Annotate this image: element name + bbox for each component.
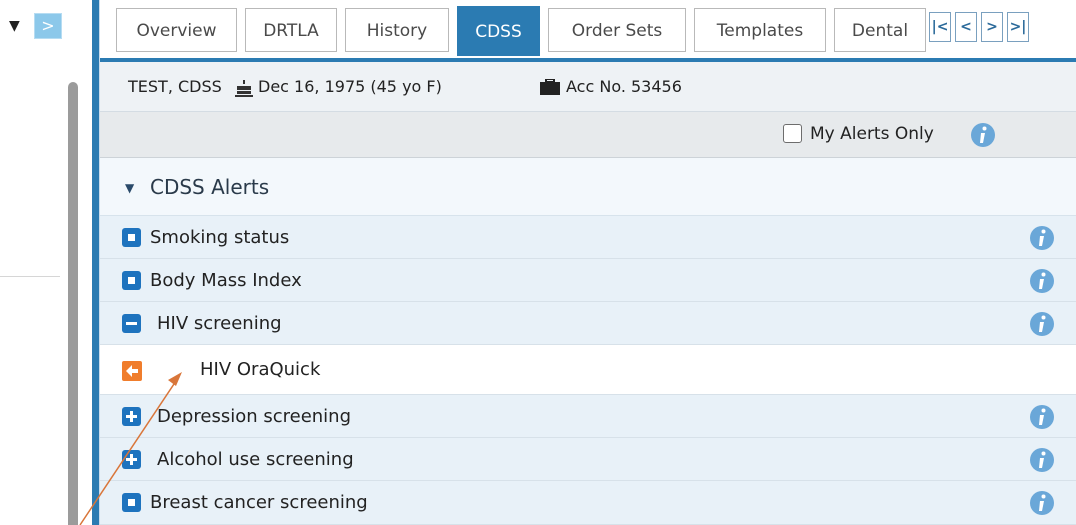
tab-drtla[interactable]: DRTLA	[245, 8, 337, 52]
tab-history[interactable]: History	[345, 8, 449, 52]
alert-label: Body Mass Index	[150, 270, 302, 291]
square-bullet-icon	[122, 493, 141, 512]
account-number: Acc No. 53456	[566, 77, 682, 96]
tab-templates[interactable]: Templates	[694, 8, 826, 52]
square-bullet-icon	[122, 228, 141, 247]
info-icon[interactable]	[1029, 225, 1055, 251]
tab-next-button[interactable]: >	[981, 12, 1003, 42]
expand-plus-icon[interactable]	[122, 407, 141, 426]
tab-bar: Overview DRTLA History CDSS Order Sets T…	[100, 0, 1076, 62]
birthday-cake-icon	[235, 80, 253, 97]
patient-name: TEST, CDSS	[128, 77, 222, 96]
collapse-minus-icon[interactable]	[122, 314, 141, 333]
info-icon[interactable]	[1029, 404, 1055, 430]
orange-arrow-left-icon[interactable]	[122, 361, 142, 381]
tab-last-button[interactable]: >|	[1007, 12, 1029, 42]
info-icon[interactable]	[1029, 311, 1055, 337]
alert-sub-row[interactable]: HIV OraQuick	[100, 345, 1076, 395]
patient-dob: Dec 16, 1975 (45 yo F)	[258, 77, 442, 96]
alert-label: HIV screening	[157, 313, 282, 334]
briefcase-icon	[540, 79, 560, 95]
chevron-left-icon: <	[960, 19, 972, 35]
square-bullet-icon	[122, 271, 141, 290]
alert-label: Depression screening	[157, 406, 352, 427]
tab-first-button[interactable]: |<	[929, 12, 951, 42]
scrollbar[interactable]	[68, 82, 78, 525]
expand-plus-icon[interactable]	[122, 450, 141, 469]
last-page-icon: >|	[1009, 19, 1027, 35]
cdss-alerts-header[interactable]: ▼ CDSS Alerts	[100, 158, 1076, 216]
tab-prev-button[interactable]: <	[955, 12, 977, 42]
collapse-caret-icon[interactable]: ▼	[125, 182, 134, 194]
my-alerts-checkbox[interactable]	[783, 124, 802, 143]
divider	[0, 276, 60, 277]
chevron-right-icon: >	[986, 19, 998, 35]
tab-dental[interactable]: Dental	[834, 8, 926, 52]
alert-row[interactable]: Alcohol use screening	[100, 438, 1076, 481]
first-page-icon: |<	[931, 19, 949, 35]
info-icon[interactable]	[970, 122, 996, 148]
cdss-panel: Overview DRTLA History CDSS Order Sets T…	[99, 0, 1076, 525]
alert-row[interactable]: Breast cancer screening	[100, 481, 1076, 525]
chevron-right-icon: >	[41, 16, 55, 35]
alert-label: Smoking status	[150, 227, 290, 248]
tab-overview[interactable]: Overview	[116, 8, 237, 52]
alert-label: Alcohol use screening	[157, 449, 354, 470]
dropdown-caret-icon[interactable]: ▼	[9, 19, 20, 33]
expand-panel-button[interactable]: >	[34, 13, 62, 39]
left-panel: ▼ >	[0, 0, 92, 525]
tab-order-sets[interactable]: Order Sets	[548, 8, 686, 52]
filter-bar: My Alerts Only	[100, 112, 1076, 158]
info-icon[interactable]	[1029, 268, 1055, 294]
info-icon[interactable]	[1029, 490, 1055, 516]
my-alerts-label: My Alerts Only	[810, 124, 934, 144]
alert-row-expanded[interactable]: HIV screening	[100, 302, 1076, 345]
tab-cdss[interactable]: CDSS	[457, 6, 540, 56]
alert-label: Breast cancer screening	[150, 492, 368, 513]
section-title: CDSS Alerts	[150, 175, 270, 199]
alert-row[interactable]: Depression screening	[100, 395, 1076, 438]
panel-accent-border	[92, 0, 99, 525]
alert-label: HIV OraQuick	[200, 359, 321, 380]
alert-row[interactable]: Smoking status	[100, 216, 1076, 259]
info-icon[interactable]	[1029, 447, 1055, 473]
patient-banner: TEST, CDSS Dec 16, 1975 (45 yo F) Acc No…	[100, 62, 1076, 112]
alert-row[interactable]: Body Mass Index	[100, 259, 1076, 302]
